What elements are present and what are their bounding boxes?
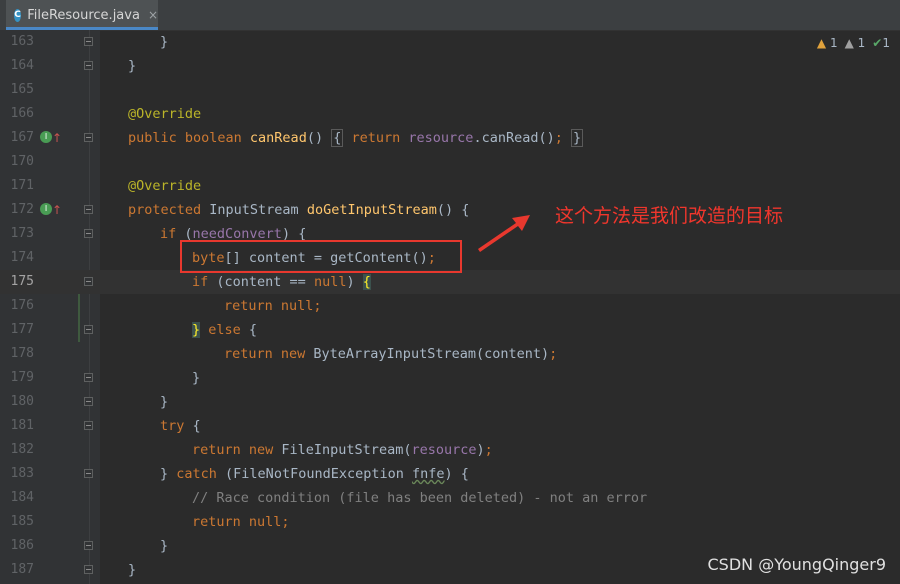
- java-class-icon: C: [14, 8, 22, 22]
- code-comment: // Race condition (file has been deleted…: [192, 490, 648, 506]
- code-line[interactable]: 177 } else {: [0, 318, 900, 342]
- implements-icon[interactable]: I: [40, 203, 52, 215]
- code-line[interactable]: 170: [0, 150, 900, 174]
- code-text: }: [160, 34, 169, 50]
- line-number: 176: [10, 298, 34, 313]
- code-line[interactable]: 167 I ↑ public boolean canRead() { retur…: [0, 126, 900, 150]
- line-number: 182: [10, 442, 34, 457]
- code-line[interactable]: 181 try {: [0, 414, 900, 438]
- code-editor[interactable]: 163 } 164 } 165 166 @Override 167 I ↑ pu…: [0, 30, 900, 582]
- override-arrow-icon[interactable]: ↑: [52, 128, 62, 148]
- line-number: 183: [10, 466, 34, 481]
- fold-icon[interactable]: [84, 277, 93, 286]
- fold-icon[interactable]: [84, 565, 93, 574]
- line-number: 165: [10, 82, 34, 97]
- code-line[interactable]: 182 return new FileInputStream(resource)…: [0, 438, 900, 462]
- fold-icon[interactable]: [84, 397, 93, 406]
- tab-label: FileResource.java: [27, 7, 140, 23]
- code-text: return null;: [192, 514, 290, 530]
- line-number: 166: [10, 106, 34, 121]
- code-text: }: [160, 538, 169, 554]
- line-number: 172: [10, 202, 34, 217]
- fold-icon[interactable]: [84, 421, 93, 430]
- code-line[interactable]: 163 }: [0, 30, 900, 54]
- code-text: if (content == null) {: [192, 274, 371, 290]
- code-line[interactable]: 176 return null;: [0, 294, 900, 318]
- highlight-box: [180, 240, 462, 273]
- line-number: 186: [10, 538, 34, 553]
- fold-icon[interactable]: [84, 37, 93, 46]
- fold-icon[interactable]: [84, 229, 93, 238]
- code-line[interactable]: 171 @Override: [0, 174, 900, 198]
- fold-icon[interactable]: [84, 133, 93, 142]
- fold-icon[interactable]: [84, 469, 93, 478]
- code-text: @Override: [128, 106, 202, 122]
- line-number: 173: [10, 226, 34, 241]
- code-text: } catch (FileNotFoundException fnfe) {: [160, 466, 469, 482]
- line-number: 170: [10, 154, 34, 169]
- tab-fileresource-java[interactable]: C FileResource.java ×: [6, 0, 158, 30]
- fold-icon[interactable]: [84, 373, 93, 382]
- code-text: return null;: [224, 298, 322, 314]
- line-number: 184: [10, 490, 34, 505]
- line-number: 180: [10, 394, 34, 409]
- code-line[interactable]: 183 } catch (FileNotFoundException fnfe)…: [0, 462, 900, 486]
- code-text: public boolean canRead() { return resour…: [128, 129, 584, 147]
- line-number: 179: [10, 370, 34, 385]
- code-text: protected InputStream doGetInputStream()…: [128, 202, 470, 218]
- watermark: CSDN @YoungQinger9: [707, 555, 886, 574]
- code-line-current[interactable]: 175 if (content == null) {: [0, 270, 900, 294]
- fold-icon[interactable]: [84, 205, 93, 214]
- code-line[interactable]: 165: [0, 78, 900, 102]
- line-number: 181: [10, 418, 34, 433]
- code-line[interactable]: 184 // Race condition (file has been del…: [0, 486, 900, 510]
- code-line[interactable]: 179 }: [0, 366, 900, 390]
- code-line[interactable]: 180 }: [0, 390, 900, 414]
- line-number: 167: [10, 130, 34, 145]
- line-number: 163: [10, 34, 34, 49]
- line-number: 171: [10, 178, 34, 193]
- annotation-arrow-icon: [478, 215, 530, 252]
- fold-icon[interactable]: [84, 61, 93, 70]
- code-text: }: [128, 562, 137, 578]
- code-line[interactable]: 166 @Override: [0, 102, 900, 126]
- code-text: return new ByteArrayInputStream(content)…: [224, 346, 558, 362]
- line-number: 177: [10, 322, 34, 337]
- code-text: }: [160, 394, 169, 410]
- code-text: try {: [160, 418, 201, 434]
- code-line[interactable]: 164 }: [0, 54, 900, 78]
- close-icon[interactable]: ×: [148, 8, 158, 22]
- code-text: }: [128, 58, 137, 74]
- fold-icon[interactable]: [84, 541, 93, 550]
- code-text: }: [192, 370, 201, 386]
- code-line[interactable]: 178 return new ByteArrayInputStream(cont…: [0, 342, 900, 366]
- implements-icon[interactable]: I: [40, 131, 52, 143]
- code-line[interactable]: 185 return null;: [0, 510, 900, 534]
- code-text: } else {: [192, 322, 258, 338]
- code-text: return new FileInputStream(resource);: [192, 442, 493, 458]
- annotation-text: 这个方法是我们改造的目标: [555, 205, 784, 227]
- editor-tab-bar: C FileResource.java ×: [0, 0, 900, 31]
- line-number: 174: [10, 250, 34, 265]
- line-number: 175: [10, 274, 34, 289]
- fold-icon[interactable]: [84, 325, 93, 334]
- line-number: 185: [10, 514, 34, 529]
- override-arrow-icon[interactable]: ↑: [52, 200, 62, 220]
- line-number: 187: [10, 562, 34, 577]
- line-number: 178: [10, 346, 34, 361]
- code-text: @Override: [128, 178, 202, 194]
- line-number: 164: [10, 58, 34, 73]
